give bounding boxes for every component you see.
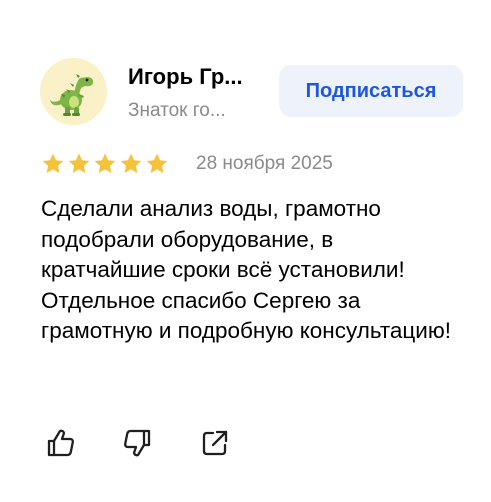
author-name[interactable]: Игорь Гр... bbox=[128, 64, 268, 90]
author-status: Знаток го... bbox=[128, 100, 226, 121]
thumbs-down-icon bbox=[124, 429, 151, 457]
review-date: 28 ноября 2025 bbox=[196, 153, 333, 174]
dislike-button[interactable] bbox=[120, 426, 154, 460]
star-icon bbox=[40, 152, 66, 176]
avatar[interactable] bbox=[40, 58, 107, 125]
star-icon bbox=[118, 152, 144, 176]
like-button[interactable] bbox=[44, 426, 78, 460]
star-icon bbox=[144, 152, 170, 176]
dinosaur-icon bbox=[50, 74, 94, 116]
star-icon bbox=[92, 152, 118, 176]
thumbs-up-icon bbox=[47, 429, 74, 457]
review-text: Сделали анализ воды, грамотно подобрали … bbox=[41, 196, 451, 343]
share-button[interactable] bbox=[198, 426, 232, 460]
subscribe-button[interactable]: Подписаться bbox=[279, 65, 463, 117]
review-card: Игорь Гр... Знаток го... Подписаться 28 … bbox=[0, 0, 491, 502]
rating-stars bbox=[40, 152, 170, 176]
share-icon bbox=[202, 430, 228, 456]
star-icon bbox=[66, 152, 92, 176]
